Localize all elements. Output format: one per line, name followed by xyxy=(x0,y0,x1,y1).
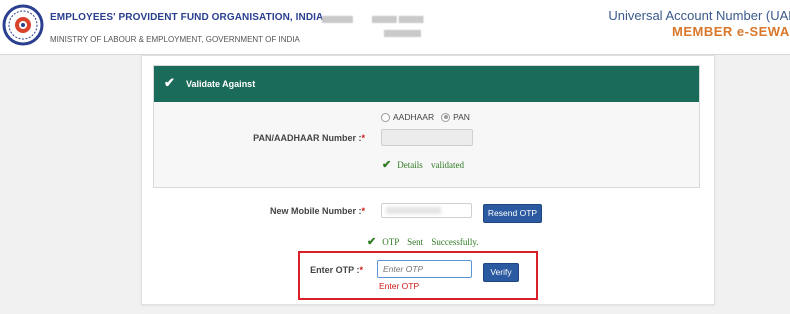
pan-radio-label: PAN xyxy=(453,112,470,122)
mobile-number-field[interactable] xyxy=(381,203,472,218)
masked-mobile-number xyxy=(386,207,441,214)
nav-blur-1: ▆▆▆▆▆ xyxy=(322,14,353,23)
nav-blur-3: ▆▆▆▆▆▆ xyxy=(384,28,421,37)
id-type-radio-group: AADHAAR PAN xyxy=(381,112,470,122)
site-header: EMPLOYEES' PROVIDENT FUND ORGANISATION, … xyxy=(0,0,790,55)
otp-error-message: Enter OTP xyxy=(379,281,420,291)
check-icon: ✔ xyxy=(164,75,175,90)
mobile-number-label-text: New Mobile Number : xyxy=(269,206,362,216)
required-mark: * xyxy=(361,206,365,216)
otp-sent-message: ✔ OTP Sent Successfully. xyxy=(367,235,479,248)
resend-otp-button[interactable]: Resend OTP xyxy=(483,204,542,223)
otp-sent-text: OTP Sent Successfully. xyxy=(382,237,479,247)
required-mark: * xyxy=(359,265,363,275)
aadhaar-radio[interactable] xyxy=(381,112,390,122)
portal-subtitle: MEMBER e-SEWA xyxy=(672,24,790,39)
success-check-icon: ✔ xyxy=(382,159,392,171)
success-check-icon: ✔ xyxy=(367,236,377,248)
validate-panel-header: ✔ Validate Against xyxy=(154,66,699,102)
required-mark: * xyxy=(361,133,365,143)
otp-input[interactable] xyxy=(377,260,472,278)
epfo-emblem-icon xyxy=(2,4,44,46)
pan-radio[interactable] xyxy=(441,112,451,122)
portal-title: Universal Account Number (UAN) xyxy=(608,8,790,23)
aadhaar-radio-label: AADHAAR xyxy=(393,112,435,122)
ministry-name: MINISTRY OF LABOUR & EMPLOYMENT, GOVERNM… xyxy=(50,35,300,44)
org-name: EMPLOYEES' PROVIDENT FUND ORGANISATION, … xyxy=(50,12,324,23)
id-number-label-text: PAN/AADHAAR Number : xyxy=(253,133,362,143)
id-number-field[interactable] xyxy=(381,129,473,146)
verify-button[interactable]: Verify xyxy=(483,263,519,282)
nav-blur-2: ▆▆▆▆ ▆▆▆▆ xyxy=(372,14,424,23)
otp-label-text: Enter OTP : xyxy=(310,265,360,275)
mobile-number-label: New Mobile Number :* xyxy=(230,206,365,216)
details-validated-message: ✔ Details validated xyxy=(382,158,464,171)
id-number-label: PAN/AADHAAR Number :* xyxy=(230,133,365,143)
otp-label: Enter OTP :* xyxy=(250,265,363,275)
validate-panel-title: Validate Against xyxy=(186,79,256,89)
details-validated-text: Details validated xyxy=(397,160,464,170)
